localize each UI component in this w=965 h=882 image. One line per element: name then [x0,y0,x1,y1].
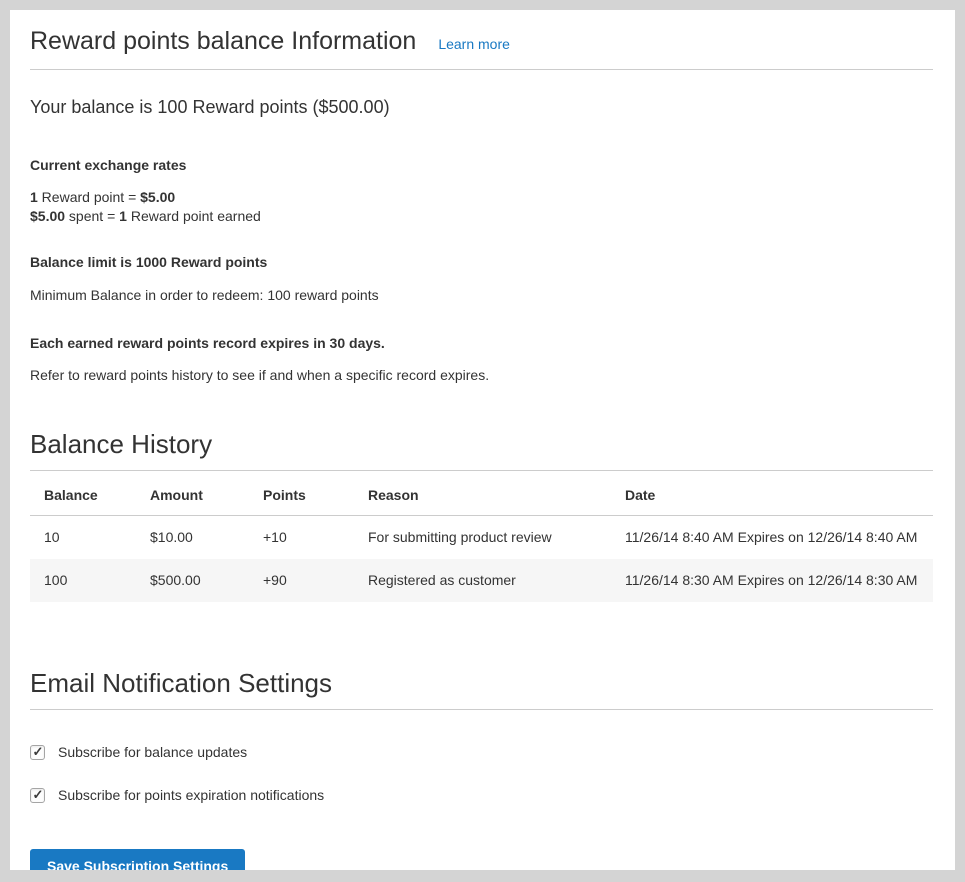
balance-summary: Your balance is 100 Reward points ($500.… [30,97,933,118]
rate1-points: 1 [30,189,38,205]
table-row: 100 $500.00 +90 Registered as customer 1… [30,559,933,602]
expiry-note: Refer to reward points history to see if… [30,367,933,383]
rate2-points: 1 [119,208,127,224]
exchange-rate-line-2: $5.00 spent = 1 Reward point earned [30,207,933,226]
rate1-amount: $5.00 [140,189,175,205]
table-header-row: Balance Amount Points Reason Date [30,471,933,516]
email-notification-heading: Email Notification Settings [30,668,933,710]
exchange-rate-line-1: 1 Reward point = $5.00 [30,188,933,207]
column-header-points: Points [249,471,354,516]
expiry-rule: Each earned reward points record expires… [30,335,933,351]
cell-reason: For submitting product review [354,516,611,560]
table-header: Balance Amount Points Reason Date [30,471,933,516]
cell-balance: 100 [30,559,136,602]
cell-amount: $500.00 [136,559,249,602]
rate2-text-2: Reward point earned [127,208,261,224]
rate2-amount: $5.00 [30,208,65,224]
points-expiration-checkbox[interactable] [30,788,45,803]
column-header-reason: Reason [354,471,611,516]
balance-history-table: Balance Amount Points Reason Date 10 $10… [30,471,933,602]
balance-history-heading: Balance History [30,429,933,471]
rate1-text: Reward point = [38,189,140,205]
page-header: Reward points balance Information Learn … [30,26,933,70]
minimum-balance: Minimum Balance in order to redeem: 100 … [30,287,933,303]
table-body: 10 $10.00 +10 For submitting product rev… [30,516,933,603]
balance-updates-option: Subscribe for balance updates [30,744,933,760]
rate2-text-1: spent = [65,208,119,224]
cell-reason: Registered as customer [354,559,611,602]
learn-more-link[interactable]: Learn more [438,36,510,52]
balance-limit: Balance limit is 1000 Reward points [30,254,933,270]
page-title: Reward points balance Information [30,26,416,56]
reward-points-panel: Reward points balance Information Learn … [10,10,955,870]
cell-amount: $10.00 [136,516,249,560]
cell-balance: 10 [30,516,136,560]
exchange-rates: 1 Reward point = $5.00 $5.00 spent = 1 R… [30,188,933,226]
balance-updates-label: Subscribe for balance updates [58,744,247,760]
cell-points: +10 [249,516,354,560]
cell-date: 11/26/14 8:30 AM Expires on 12/26/14 8:3… [611,559,933,602]
balance-updates-checkbox[interactable] [30,745,45,760]
cell-date: 11/26/14 8:40 AM Expires on 12/26/14 8:4… [611,516,933,560]
cell-points: +90 [249,559,354,602]
column-header-date: Date [611,471,933,516]
column-header-amount: Amount [136,471,249,516]
page-background: Reward points balance Information Learn … [0,0,965,882]
exchange-rates-heading: Current exchange rates [30,157,933,173]
points-expiration-label: Subscribe for points expiration notifica… [58,787,324,803]
points-expiration-option: Subscribe for points expiration notifica… [30,787,933,803]
column-header-balance: Balance [30,471,136,516]
table-row: 10 $10.00 +10 For submitting product rev… [30,516,933,560]
save-subscription-button[interactable]: Save Subscription Settings [30,849,245,870]
